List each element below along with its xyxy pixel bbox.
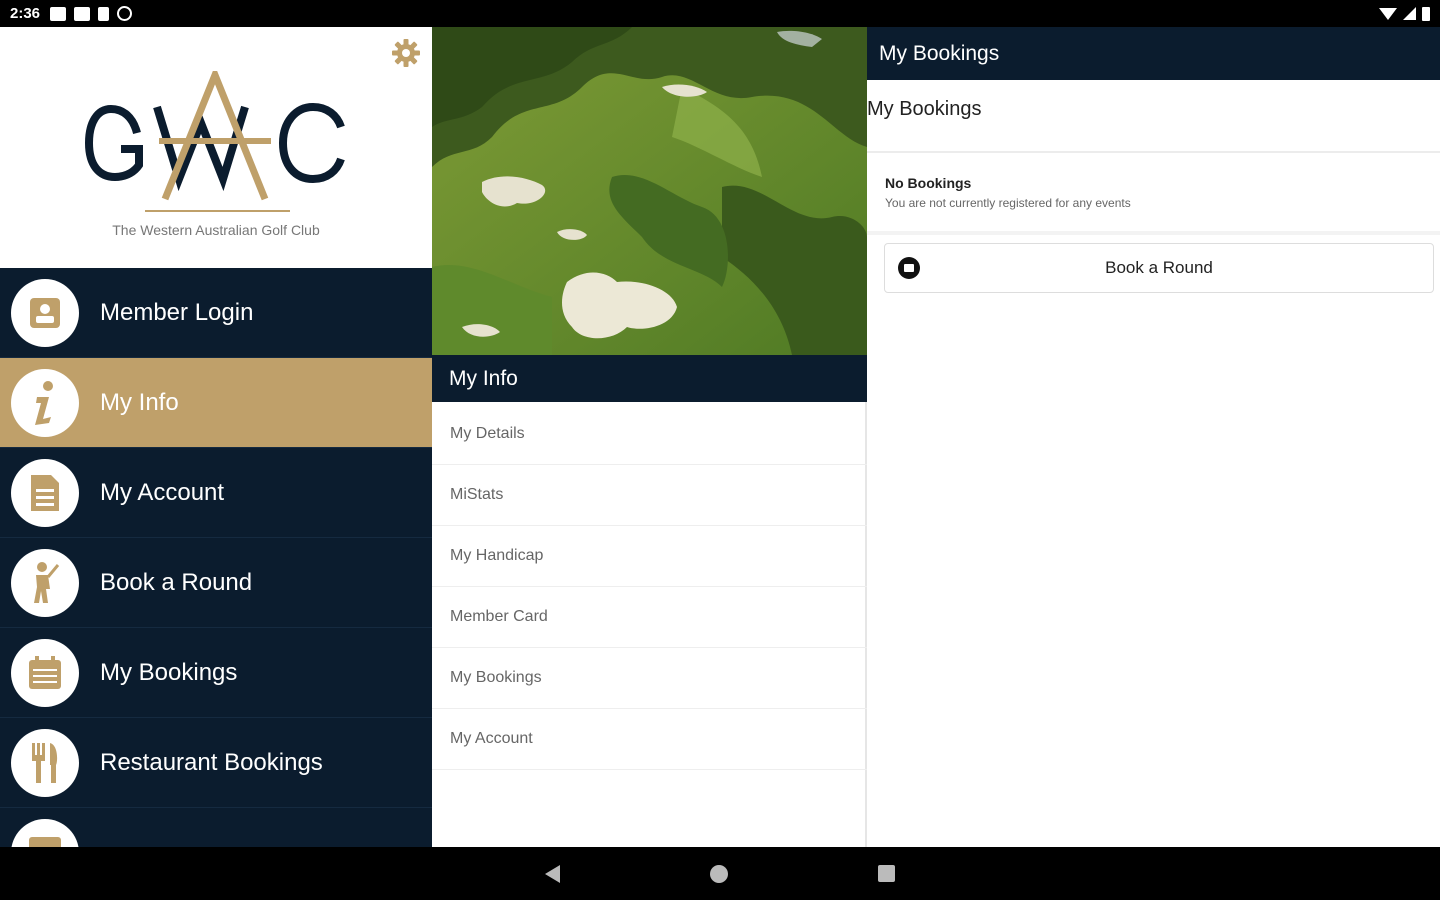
status-bar: 2:36 <box>0 0 1440 27</box>
sd-card-icon <box>98 6 110 21</box>
recent-apps-icon[interactable] <box>878 865 895 882</box>
list-item-my-details[interactable]: My Details <box>432 404 867 465</box>
back-icon[interactable] <box>545 864 560 883</box>
menu-item-label: My Info <box>100 388 179 416</box>
empty-state-text: You are not currently registered for any… <box>885 196 1131 210</box>
settings-gear-icon[interactable] <box>391 38 421 68</box>
member-card-icon <box>11 278 79 347</box>
menu-item-label: My Bookings <box>100 658 238 686</box>
bookings-header-title: My Bookings <box>867 27 1440 80</box>
battery-icon <box>1422 6 1430 21</box>
list-item-member-card[interactable]: Member Card <box>432 587 867 648</box>
menu-item-book-a-round[interactable]: Book a Round <box>0 538 432 628</box>
my-bookings-panel: My Bookings My Bookings No Bookings You … <box>867 27 1440 847</box>
my-info-list: My Details MiStats My Handicap Member Ca… <box>432 404 867 770</box>
my-info-panel: My Info My Details MiStats My Handicap M… <box>432 27 867 847</box>
empty-state: No Bookings You are not currently regist… <box>867 153 1440 235</box>
status-time: 2:36 <box>10 5 41 22</box>
club-logo <box>85 71 345 212</box>
golf-course-photo <box>432 27 867 355</box>
wifi-icon <box>1379 7 1397 20</box>
document-icon <box>11 458 79 527</box>
menu-item-label: Book a Round <box>100 568 253 596</box>
list-item-my-handicap[interactable]: My Handicap <box>432 526 867 587</box>
cutlery-icon <box>11 728 79 797</box>
menu-item-more[interactable] <box>0 808 432 847</box>
navigation-drawer: The Western Australian Golf Club Member … <box>0 27 432 847</box>
menu-item-label: Member Login <box>100 298 254 326</box>
my-info-title: My Info <box>432 355 867 402</box>
bookings-subtitle: My Bookings <box>867 80 1440 153</box>
menu-item-label: My Account <box>100 478 225 506</box>
menu-item-my-bookings[interactable]: My Bookings <box>0 628 432 718</box>
home-icon[interactable] <box>710 864 728 883</box>
empty-state-title: No Bookings <box>885 175 972 191</box>
golfer-icon <box>11 548 79 617</box>
more-icon <box>11 818 79 847</box>
calendar-icon <box>11 638 79 707</box>
blocked-icon <box>117 6 133 21</box>
signal-icon <box>1403 7 1416 20</box>
menu-item-restaurant-bookings[interactable]: Restaurant Bookings <box>0 718 432 808</box>
menu-item-my-account[interactable]: My Account <box>0 448 432 538</box>
book-a-round-button[interactable]: Book a Round <box>884 243 1434 293</box>
logo-header: The Western Australian Golf Club <box>0 27 432 268</box>
message-icon <box>50 6 67 21</box>
list-item-my-account[interactable]: My Account <box>432 709 867 770</box>
menu-item-my-info[interactable]: My Info <box>0 358 432 448</box>
club-name: The Western Australian Golf Club <box>112 222 320 238</box>
list-item-my-bookings[interactable]: My Bookings <box>432 648 867 709</box>
message-icon <box>74 6 91 21</box>
book-a-round-label: Book a Round <box>1105 258 1213 277</box>
list-item-mistats[interactable]: MiStats <box>432 465 867 526</box>
info-icon <box>11 368 79 437</box>
system-nav-bar <box>0 847 1440 900</box>
menu-item-label: Restaurant Bookings <box>100 748 323 776</box>
menu-item-member-login[interactable]: Member Login <box>0 268 432 358</box>
